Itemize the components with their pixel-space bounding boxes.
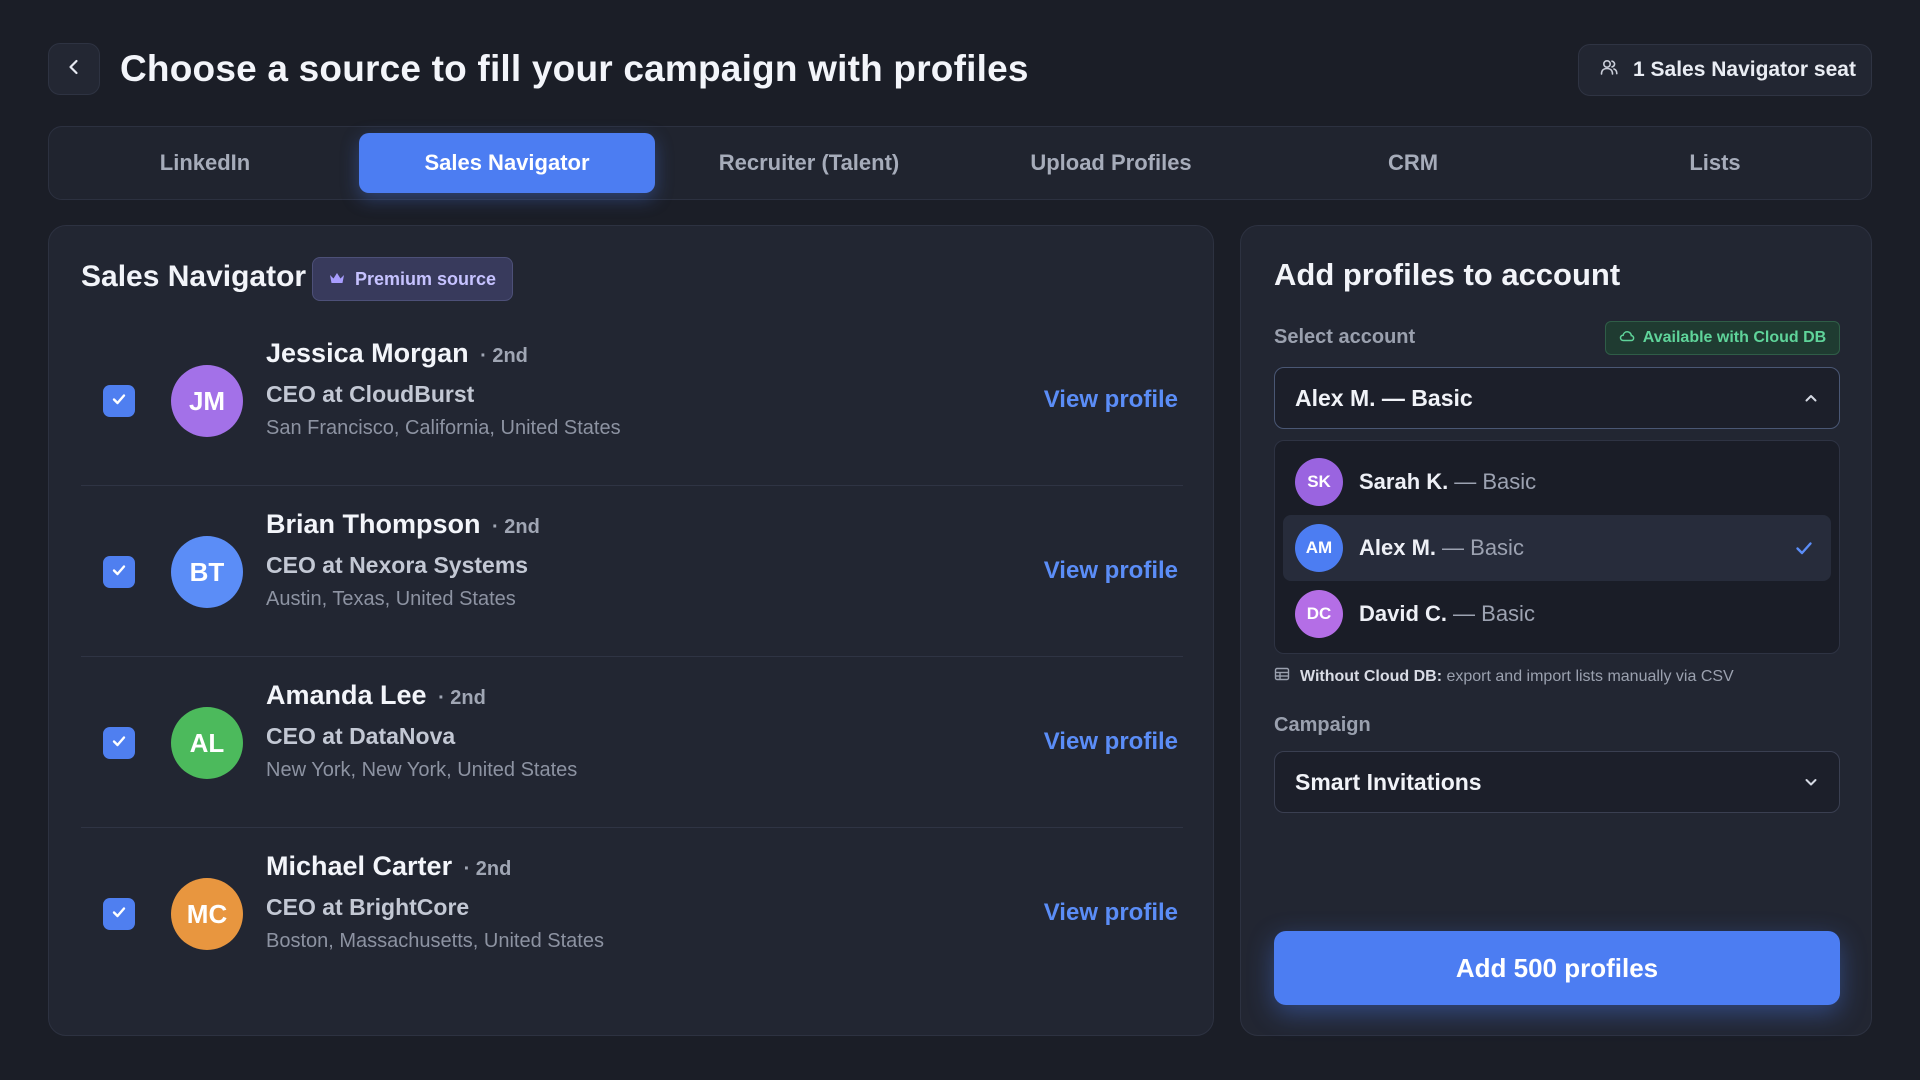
list-item: AL Amanda Lee · 2nd CEO at DataNova New … xyxy=(81,658,1183,828)
account-select-value: Alex M. — Basic xyxy=(1295,384,1473,411)
profile-location: Boston, Massachusetts, United States xyxy=(266,930,604,952)
account-panel: Add profiles to account Select account A… xyxy=(1240,225,1872,1036)
profile-checkbox[interactable] xyxy=(103,556,135,588)
avatar: AL xyxy=(171,707,243,779)
tab-linkedin[interactable]: LinkedIn xyxy=(57,133,353,193)
view-profile-link[interactable]: View profile xyxy=(1044,899,1178,927)
account-dropdown: SK Sarah K. — Basic AM Alex M. — Basic D… xyxy=(1274,440,1840,654)
profile-checkbox[interactable] xyxy=(103,385,135,417)
hint-text: Without Cloud DB: export and import list… xyxy=(1300,668,1734,686)
tab-crm[interactable]: CRM xyxy=(1265,133,1561,193)
connection-degree: · 2nd xyxy=(438,687,486,709)
chevron-left-icon xyxy=(64,57,84,82)
view-profile-link[interactable]: View profile xyxy=(1044,728,1178,756)
connection-degree: · 2nd xyxy=(492,516,540,538)
app-root: Choose a source to fill your campaign wi… xyxy=(0,0,1920,1080)
profile-name-text: Michael Carter xyxy=(266,851,453,881)
profile-location: San Francisco, California, United States xyxy=(266,417,621,439)
hint-bold: Without Cloud DB: xyxy=(1300,667,1443,685)
select-account-label: Select account xyxy=(1274,326,1416,348)
check-icon xyxy=(110,903,128,926)
account-option-plan: — Basic xyxy=(1454,469,1537,494)
avatar: DC xyxy=(1295,590,1343,638)
table-icon xyxy=(1274,666,1290,687)
profile-name: Brian Thompson · 2nd xyxy=(266,509,540,540)
avatar: AM xyxy=(1295,524,1343,572)
list-item: BT Brian Thompson · 2nd CEO at Nexora Sy… xyxy=(81,487,1183,657)
profiles-panel: Sales Navigator Premium source JM Jessic… xyxy=(48,225,1214,1036)
account-option-name: Sarah K. xyxy=(1359,469,1449,494)
view-profile-link[interactable]: View profile xyxy=(1044,386,1178,414)
tab-sales-navigator[interactable]: Sales Navigator xyxy=(359,133,655,193)
profile-role: CEO at DataNova xyxy=(266,723,456,749)
profile-name: Jessica Morgan · 2nd xyxy=(266,338,528,369)
cloud-db-hint: Without Cloud DB: export and import list… xyxy=(1274,666,1734,687)
profile-name-text: Jessica Morgan xyxy=(266,338,469,368)
avatar: BT xyxy=(171,536,243,608)
crown-icon xyxy=(329,269,345,290)
back-button[interactable] xyxy=(48,43,100,95)
account-option-name: David C. xyxy=(1359,601,1448,626)
connection-degree: · 2nd xyxy=(480,345,528,367)
add-profiles-button[interactable]: Add 500 profiles xyxy=(1274,931,1840,1005)
profile-checkbox[interactable] xyxy=(103,727,135,759)
source-tabs: LinkedIn Sales Navigator Recruiter (Tale… xyxy=(48,126,1872,200)
profile-location: New York, New York, United States xyxy=(266,759,578,781)
profile-role: CEO at Nexora Systems xyxy=(266,552,529,578)
tab-upload-profiles[interactable]: Upload Profiles xyxy=(963,133,1259,193)
account-option-plan: — Basic xyxy=(1453,601,1535,626)
check-icon xyxy=(110,390,128,413)
row-divider xyxy=(81,485,1183,486)
profile-name-text: Amanda Lee xyxy=(266,680,427,710)
chevron-down-icon xyxy=(1803,769,1819,796)
row-divider xyxy=(81,656,1183,657)
campaign-select-value: Smart Invitations xyxy=(1295,768,1482,795)
cloud-db-badge-label: Available with Cloud DB xyxy=(1642,329,1827,346)
list-item: MC Michael Carter · 2nd CEO at BrightCor… xyxy=(81,829,1183,999)
premium-badge-label: Premium source xyxy=(355,268,497,289)
account-option-david[interactable]: DC David C. — Basic xyxy=(1283,581,1831,647)
campaign-label: Campaign xyxy=(1274,714,1371,736)
hint-body: export and import lists manually via CSV xyxy=(1446,667,1734,685)
tab-recruiter[interactable]: Recruiter (Talent) xyxy=(661,133,957,193)
seat-badge[interactable]: 1 Sales Navigator seat xyxy=(1578,44,1872,96)
panel-title: Add profiles to account xyxy=(1274,257,1621,292)
avatar: MC xyxy=(171,878,243,950)
profile-location: Austin, Texas, United States xyxy=(266,588,516,610)
seat-badge-label: 1 Sales Navigator seat xyxy=(1633,58,1856,81)
profile-name: Michael Carter · 2nd xyxy=(266,851,511,882)
row-divider xyxy=(81,827,1183,828)
account-option-plan: — Basic xyxy=(1442,535,1524,560)
profile-role: CEO at BrightCore xyxy=(266,894,470,920)
checkmark-icon xyxy=(1793,537,1815,564)
premium-badge: Premium source xyxy=(312,257,514,301)
account-option-alex[interactable]: AM Alex M. — Basic xyxy=(1283,515,1831,581)
page-title: Choose a source to fill your campaign wi… xyxy=(120,48,1029,89)
chevron-up-icon xyxy=(1803,385,1819,412)
users-icon xyxy=(1599,57,1619,83)
account-select[interactable]: Alex M. — Basic xyxy=(1274,367,1840,429)
avatar: JM xyxy=(171,365,243,437)
account-option-sarah[interactable]: SK Sarah K. — Basic xyxy=(1283,449,1831,515)
connection-degree: · 2nd xyxy=(463,858,512,880)
cloud-icon xyxy=(1619,329,1635,348)
check-icon xyxy=(110,561,128,584)
panel-title: Sales Navigator xyxy=(81,260,307,293)
view-profile-link[interactable]: View profile xyxy=(1044,557,1178,585)
profile-name-text: Brian Thompson xyxy=(266,509,481,539)
account-option-name: Alex M. xyxy=(1359,535,1437,560)
avatar: SK xyxy=(1295,458,1343,506)
list-item: JM Jessica Morgan · 2nd CEO at CloudBurs… xyxy=(81,316,1183,486)
check-icon xyxy=(110,732,128,755)
profile-name: Amanda Lee · 2nd xyxy=(266,680,486,711)
tab-lists[interactable]: Lists xyxy=(1567,133,1863,193)
cloud-db-badge: Available with Cloud DB xyxy=(1605,321,1840,355)
campaign-select[interactable]: Smart Invitations xyxy=(1274,751,1840,813)
profile-checkbox[interactable] xyxy=(103,898,135,930)
profile-role: CEO at CloudBurst xyxy=(266,381,475,407)
